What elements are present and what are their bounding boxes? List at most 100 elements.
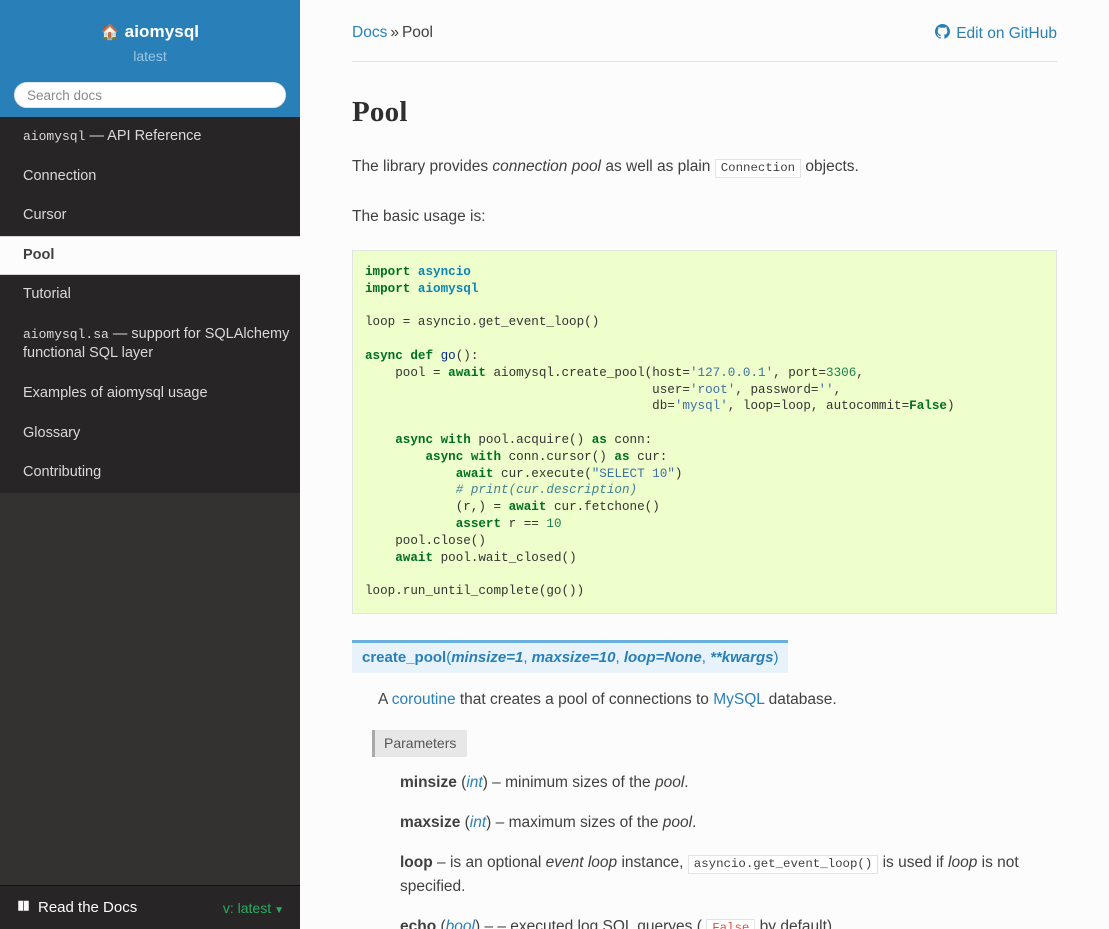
breadcrumb: Docs» Pool Edit on GitHub: [300, 0, 1109, 44]
signature-close-paren: ): [773, 648, 779, 666]
sidebar-item-label: Examples of aiomysql usage: [23, 384, 208, 401]
function-description: A coroutine that creates a pool of conne…: [378, 688, 1057, 712]
parameter-emphasis: event loop: [545, 854, 618, 872]
parameter-text: – maximum sizes of the: [491, 814, 663, 831]
sidebar-item-label: — API Reference: [85, 128, 202, 144]
documentation-page: 🏠aiomysql latest aiomysql — API Referenc…: [0, 0, 1109, 929]
parameter-text-end: .: [692, 814, 697, 831]
sidebar-item-cursor[interactable]: Cursor: [0, 196, 300, 236]
function-signature: create_pool(minsize=1, maxsize=10, loop=…: [352, 639, 789, 673]
sidebar-header: 🏠 aiomysql latest: [0, 0, 300, 117]
parameter-text: – is an optional: [432, 854, 546, 872]
intro-emphasis: connection pool: [492, 158, 602, 175]
sidebar-version: latest: [133, 48, 167, 64]
event-loop-literal: asyncio.get_event_loop(): [687, 855, 879, 875]
version-switcher[interactable]: v: latest ▼: [223, 900, 284, 916]
parameter-emphasis-2: loop: [948, 854, 978, 872]
parameter-text-3: is used if: [878, 854, 949, 872]
signature-param: **kwargs: [710, 648, 774, 666]
parameter-text: – minimum sizes of the: [487, 773, 655, 791]
page-title: Pool: [352, 96, 408, 128]
sidebar-item-label: Glossary: [23, 424, 81, 441]
parameter-text-end: by default).: [755, 918, 837, 929]
sidebar: 🏠aiomysql latest aiomysql — API Referenc…: [0, 0, 300, 929]
sidebar-item-contributing[interactable]: Contributing: [0, 453, 300, 493]
sidebar-item-sqlalchemy[interactable]: aiomysql.sa — support for SQLAlchemy fun…: [0, 315, 300, 374]
mysql-link[interactable]: MySQL: [713, 691, 764, 708]
parameter-text: – – executed log SQL queryes (: [480, 918, 702, 929]
intro-text-1: The library provides: [352, 158, 493, 175]
sidebar-item-label: Contributing: [23, 464, 102, 481]
search-form: [14, 82, 286, 108]
parameter-text-end: .: [684, 773, 689, 791]
parameter-emphasis: pool: [654, 773, 685, 791]
usage-paragraph: The basic usage is:: [352, 208, 486, 226]
read-the-docs-label: Read the Docs: [38, 899, 138, 916]
sidebar-item-connection[interactable]: Connection: [0, 157, 300, 197]
parameters-label: Parameters: [372, 729, 468, 757]
sidebar-nav: aiomysql — API Reference Connection Curs…: [0, 117, 300, 493]
main-content: Docs» Pool Edit on GitHub Pool The librar…: [300, 0, 1109, 929]
sidebar-item-examples[interactable]: Examples of aiomysql usage: [0, 374, 300, 414]
parameter-text-2: instance,: [617, 854, 688, 872]
breadcrumb-current: Pool: [401, 24, 433, 41]
edit-on-github-link[interactable]: Edit on GitHub: [935, 24, 1057, 44]
intro-text-3: objects.: [801, 158, 859, 175]
coroutine-link[interactable]: coroutine: [392, 691, 456, 708]
parameters-list: minsize (int) – minimum sizes of the poo…: [352, 771, 1057, 929]
signature-param: loop=None: [623, 648, 702, 666]
sidebar-project-name: aiomysql: [124, 22, 200, 41]
code-sample-block: import asyncio import aiomysql loop = as…: [352, 250, 1057, 614]
parameter-type-link[interactable]: int: [466, 774, 482, 791]
parameter-name: maxsize: [400, 814, 461, 831]
false-literal: False: [706, 919, 756, 929]
sidebar-item-glossary[interactable]: Glossary: [0, 414, 300, 454]
sidebar-item-tutorial[interactable]: Tutorial: [0, 275, 300, 315]
parameter-loop: loop – is an optional event loop instanc…: [400, 851, 1057, 899]
parameter-minsize: minsize (int) – minimum sizes of the poo…: [400, 773, 689, 791]
edit-on-github-label: Edit on GitHub: [956, 25, 1057, 42]
sidebar-item-label: Connection: [23, 167, 97, 184]
parameter-type-link[interactable]: int: [470, 814, 486, 831]
sidebar-item-pool[interactable]: Pool: [0, 235, 300, 276]
parameter-maxsize: maxsize (int) – maximum sizes of the poo…: [400, 814, 697, 831]
parameter-name: loop: [400, 854, 433, 872]
intro-text-2: as well as plain: [601, 158, 715, 175]
breadcrumb-trail: Docs» Pool: [352, 24, 433, 42]
breadcrumb-divider: [352, 61, 1057, 62]
sidebar-item-api-reference[interactable]: aiomysql — API Reference: [0, 117, 300, 157]
article-body: Pool The library provides connection poo…: [300, 96, 1109, 929]
github-icon: [935, 24, 951, 44]
signature-param: maxsize=10: [531, 648, 616, 666]
sidebar-item-label: Tutorial: [23, 286, 71, 303]
sidebar-item-label-code: aiomysql.sa: [23, 326, 109, 342]
parameter-name: echo: [400, 918, 437, 929]
intro-paragraph: The library provides connection pool as …: [352, 155, 1057, 179]
desc-text-1: A: [378, 690, 392, 708]
desc-text-3: database.: [764, 690, 837, 708]
desc-text-2: that creates a pool of connections to: [455, 690, 714, 708]
parameter-type-link[interactable]: bool: [446, 918, 475, 929]
book-icon: [16, 899, 31, 917]
parameter-echo: echo (bool) – – executed log SQL queryes…: [400, 915, 1057, 929]
function-name: create_pool: [362, 648, 447, 666]
signature-param: minsize=1: [451, 648, 524, 666]
sidebar-project-title[interactable]: 🏠 aiomysql: [14, 22, 286, 42]
chevron-down-icon: ▼: [274, 904, 284, 916]
code-sample: import asyncio import aiomysql loop = as…: [365, 265, 955, 599]
breadcrumb-actions: Edit on GitHub: [935, 24, 1057, 44]
home-icon: 🏠: [100, 24, 120, 41]
sidebar-footer: Read the Docs v: latest ▼: [0, 885, 300, 929]
version-switcher-label: v: latest: [222, 899, 272, 916]
sidebar-item-label: Cursor: [23, 207, 67, 224]
parameter-emphasis: pool: [662, 814, 693, 831]
sidebar-item-label-code: aiomysql: [23, 129, 86, 144]
read-the-docs-brand[interactable]: Read the Docs: [16, 899, 137, 917]
function-description-block: A coroutine that creates a pool of conne…: [352, 688, 1057, 712]
breadcrumb-home-link[interactable]: Docs: [352, 24, 387, 41]
sidebar-item-label: Pool: [23, 246, 55, 263]
search-input[interactable]: [14, 82, 286, 108]
breadcrumb-separator: »: [390, 24, 399, 41]
parameter-name: minsize: [400, 773, 457, 791]
connection-literal: Connection: [714, 159, 802, 178]
